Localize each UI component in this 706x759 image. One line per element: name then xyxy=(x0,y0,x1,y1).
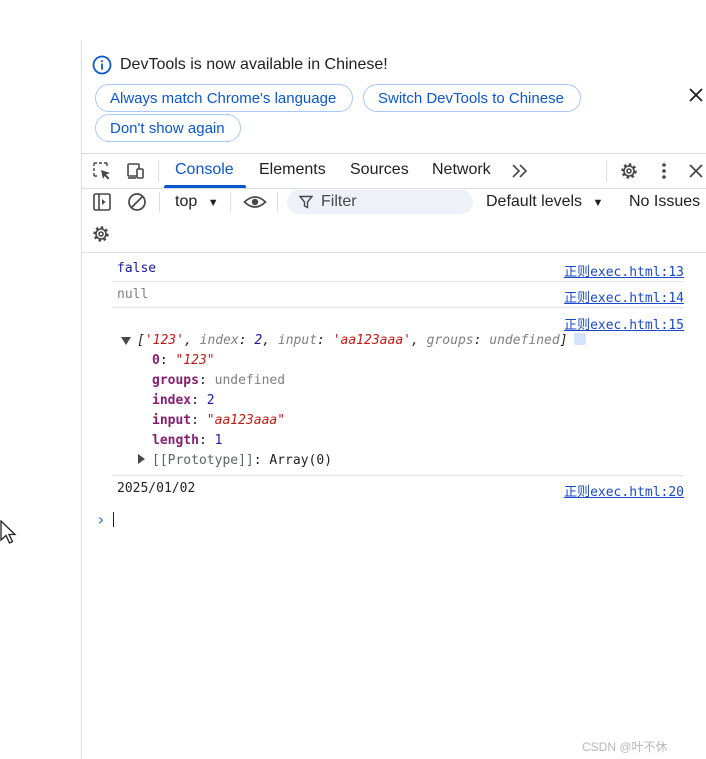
console-toolbar: top ▼ Filter Default levels ▼ No Issues xyxy=(82,188,706,253)
filter-icon xyxy=(299,195,313,209)
prototype-value: Array(0) xyxy=(269,453,333,468)
property-key: index xyxy=(152,393,192,408)
more-tabs-icon[interactable] xyxy=(510,161,530,181)
array-preview: ['123', index: 2, input: 'aa123aaa', gro… xyxy=(137,333,586,348)
preview-item: '123' xyxy=(144,333,184,348)
preview-key: input xyxy=(277,333,318,348)
toolbar-separator xyxy=(159,192,160,212)
devtools-panel: DevTools is now available in Chinese! Al… xyxy=(82,40,706,759)
property-key: 0 xyxy=(152,353,160,368)
message-text: false xyxy=(117,261,157,276)
property-key: groups xyxy=(152,373,199,388)
preview-key: index xyxy=(199,333,239,348)
close-devtools-icon[interactable] xyxy=(686,161,706,181)
source-link[interactable]: 正则exec.html:13 xyxy=(564,261,684,280)
message-text: 2025/01/02 xyxy=(117,481,196,496)
property-value: "123" xyxy=(175,353,215,368)
console-prompt-icon: › xyxy=(96,510,106,529)
close-icon[interactable] xyxy=(686,85,706,105)
filter-placeholder: Filter xyxy=(321,193,357,210)
inspect-element-icon[interactable] xyxy=(92,161,112,181)
property-key: input xyxy=(152,413,192,428)
source-link[interactable]: 正则exec.html:14 xyxy=(564,287,684,306)
array-property: index: 2 xyxy=(152,393,215,408)
log-levels-dropdown[interactable]: Default levels ▼ xyxy=(486,193,603,211)
issues-counter[interactable]: No Issues xyxy=(629,193,700,211)
log-levels-label: Default levels xyxy=(486,193,583,210)
context-selector[interactable]: top ▼ xyxy=(175,193,219,211)
match-language-button[interactable]: Always match Chrome's language xyxy=(95,84,353,112)
switch-chinese-button[interactable]: Switch DevTools to Chinese xyxy=(363,84,581,112)
tab-elements[interactable]: Elements xyxy=(259,161,326,179)
show-sidebar-icon[interactable] xyxy=(92,192,112,212)
preview-value: 'aa123aaa' xyxy=(332,333,411,348)
expand-triangle-icon[interactable] xyxy=(121,337,131,345)
tab-console[interactable]: Console xyxy=(175,161,234,179)
property-key: length xyxy=(152,433,199,448)
language-infobar: DevTools is now available in Chinese! Al… xyxy=(82,40,706,152)
toolbar-separator xyxy=(158,160,159,182)
mouse-pointer-icon xyxy=(0,520,17,544)
tab-sources[interactable]: Sources xyxy=(350,161,409,179)
row-divider xyxy=(112,281,684,282)
array-property: length: 1 xyxy=(152,433,223,448)
array-property: groups: undefined xyxy=(152,373,286,388)
console-input[interactable] xyxy=(113,512,114,527)
array-property: 0: "123" xyxy=(152,353,215,368)
prototype-key: [[Prototype]] xyxy=(152,453,254,468)
property-value: 1 xyxy=(214,433,223,448)
property-value: undefined xyxy=(214,373,286,388)
info-icon xyxy=(92,55,112,75)
infobar-message: DevTools is now available in Chinese! xyxy=(120,56,388,73)
watermark: CSDN @叶不休 xyxy=(582,740,668,754)
preview-value: 2 xyxy=(254,333,263,348)
chevron-down-icon: ▼ xyxy=(592,197,604,209)
toolbar-separator xyxy=(230,192,231,212)
array-property: input: "aa123aaa" xyxy=(152,413,286,428)
chevron-down-icon: ▼ xyxy=(207,197,219,209)
row-divider xyxy=(112,475,684,476)
source-link[interactable]: 正则exec.html:15 xyxy=(564,314,684,333)
console-settings-gear-icon[interactable] xyxy=(91,224,111,244)
property-value: 2 xyxy=(206,393,215,408)
preview-value: undefined xyxy=(489,333,560,348)
device-toolbar-icon[interactable] xyxy=(126,161,146,181)
toolbar-separator xyxy=(277,192,278,212)
filter-input[interactable]: Filter xyxy=(287,190,473,214)
bracket-open: [ xyxy=(137,333,145,348)
expand-triangle-icon[interactable] xyxy=(138,454,145,464)
clear-console-icon[interactable] xyxy=(127,192,147,212)
message-text: null xyxy=(117,287,149,302)
more-options-icon[interactable] xyxy=(654,161,674,181)
preview-key: groups xyxy=(426,333,474,348)
dont-show-again-button[interactable]: Don't show again xyxy=(95,114,241,142)
eye-icon[interactable] xyxy=(243,192,267,212)
toolbar-separator xyxy=(606,160,607,182)
prototype-row[interactable]: [[Prototype]]: Array(0) xyxy=(138,453,332,468)
context-value: top xyxy=(175,193,198,210)
source-link[interactable]: 正则exec.html:20 xyxy=(564,481,684,500)
row-divider xyxy=(112,307,684,308)
property-value: "aa123aaa" xyxy=(206,413,286,428)
tab-network[interactable]: Network xyxy=(432,161,491,179)
settings-gear-icon[interactable] xyxy=(619,161,639,181)
bracket-close: ] xyxy=(559,333,568,348)
devtools-tabbar: Console Elements Sources Network xyxy=(82,153,706,189)
info-badge-icon[interactable] xyxy=(573,333,586,345)
